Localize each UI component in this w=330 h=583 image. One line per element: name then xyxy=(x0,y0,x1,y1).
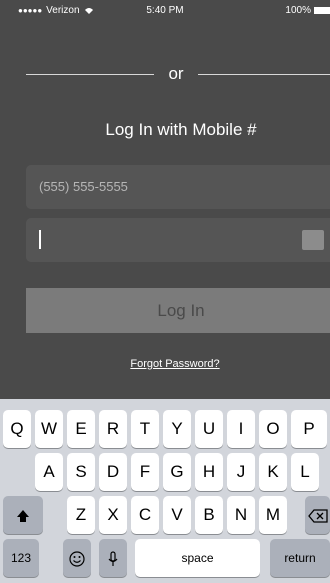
key-o[interactable]: O xyxy=(259,410,287,448)
key-e[interactable]: E xyxy=(67,410,95,448)
key-g[interactable]: G xyxy=(163,453,191,491)
login-screen: ●●●●● Verizon 5:40 PM 100% or Log In wit… xyxy=(0,0,330,583)
key-f[interactable]: F xyxy=(131,453,159,491)
key-j[interactable]: J xyxy=(227,453,255,491)
key-s[interactable]: S xyxy=(67,453,95,491)
key-v[interactable]: V xyxy=(163,496,191,534)
keyboard: Q W E R T Y U I O P A S D F G H J K L Z … xyxy=(0,399,330,583)
phone-placeholder: (555) 555-5555 xyxy=(39,179,128,194)
key-h[interactable]: H xyxy=(195,453,223,491)
shift-key[interactable] xyxy=(3,496,43,534)
key-y[interactable]: Y xyxy=(163,410,191,448)
return-key[interactable]: return xyxy=(270,539,330,577)
status-time: 5:40 PM xyxy=(146,5,184,16)
login-title: Log In with Mobile # xyxy=(105,120,257,139)
key-r[interactable]: R xyxy=(99,410,127,448)
key-q[interactable]: Q xyxy=(3,410,31,448)
microphone-icon xyxy=(108,550,118,566)
key-w[interactable]: W xyxy=(35,410,63,448)
key-i[interactable]: I xyxy=(227,410,255,448)
key-z[interactable]: Z xyxy=(67,496,95,534)
emoji-icon xyxy=(69,550,85,567)
show-password-icon[interactable] xyxy=(302,230,324,250)
key-d[interactable]: D xyxy=(99,453,127,491)
password-field[interactable] xyxy=(26,218,330,262)
status-bar: ●●●●● Verizon 5:40 PM 100% xyxy=(0,0,330,20)
shift-icon xyxy=(17,509,29,522)
or-divider: or xyxy=(0,64,330,84)
key-l[interactable]: L xyxy=(291,453,319,491)
key-p[interactable]: P xyxy=(291,410,327,448)
divider-line-right xyxy=(198,74,330,75)
key-u[interactable]: U xyxy=(195,410,223,448)
key-x[interactable]: X xyxy=(99,496,127,534)
key-a[interactable]: A xyxy=(35,453,63,491)
key-k[interactable]: K xyxy=(259,453,287,491)
battery-percent: 100% xyxy=(285,5,311,16)
space-key[interactable]: space xyxy=(135,539,260,577)
battery-icon xyxy=(314,7,330,14)
phone-number-field[interactable]: (555) 555-5555 xyxy=(26,165,330,209)
key-n[interactable]: N xyxy=(227,496,255,534)
login-button[interactable]: Log In xyxy=(26,288,330,333)
backspace-key[interactable] xyxy=(305,496,330,534)
backspace-icon xyxy=(307,508,328,523)
key-t[interactable]: T xyxy=(131,410,159,448)
text-cursor xyxy=(39,230,41,249)
or-label: or xyxy=(168,64,184,83)
key-c[interactable]: C xyxy=(131,496,159,534)
dictation-key[interactable] xyxy=(99,539,127,577)
status-right: 100% xyxy=(285,5,330,16)
key-m[interactable]: M xyxy=(259,496,287,534)
emoji-key[interactable] xyxy=(63,539,91,577)
numbers-key[interactable]: 123 xyxy=(3,539,39,577)
forgot-password-link[interactable]: Forgot Password? xyxy=(0,358,330,370)
divider-line-left xyxy=(26,74,154,75)
key-b[interactable]: B xyxy=(195,496,223,534)
